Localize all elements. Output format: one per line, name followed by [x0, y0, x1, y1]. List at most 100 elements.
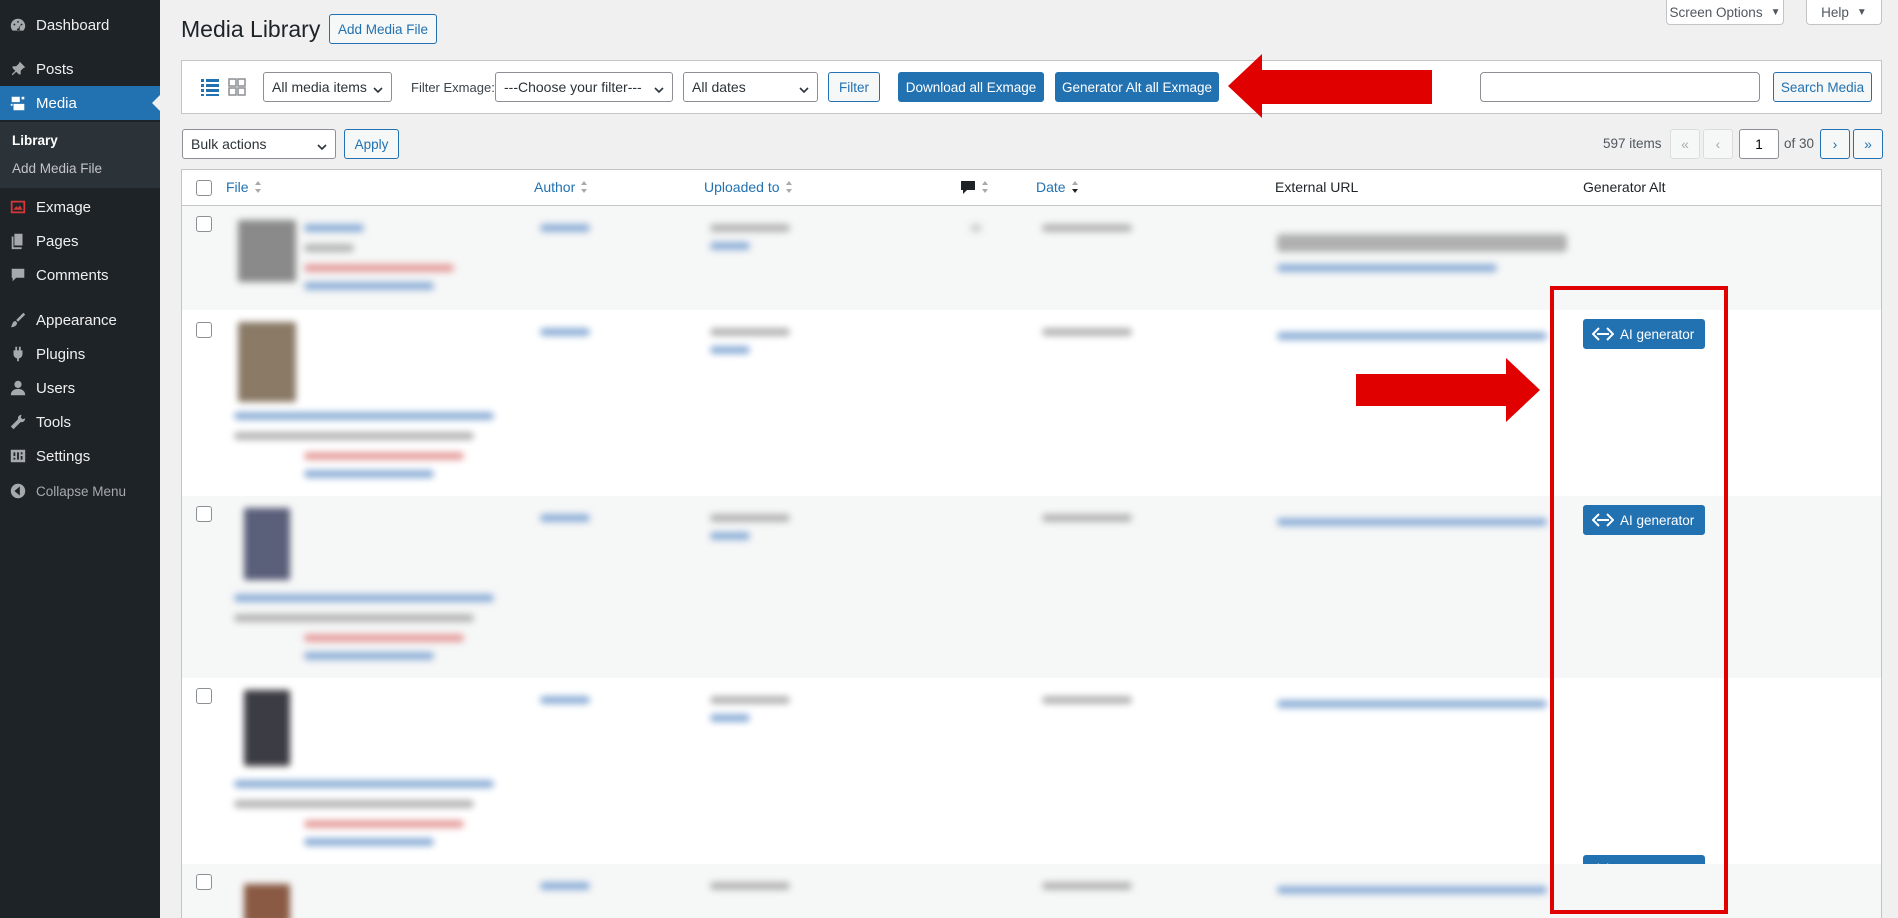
sidebar-item-plugins[interactable]: Plugins — [0, 337, 160, 371]
dashboard-icon — [0, 16, 36, 34]
add-media-file-button[interactable]: Add Media File — [329, 14, 437, 44]
sidebar-item-label: Settings — [36, 447, 91, 465]
sidebar-item-tools[interactable]: Tools — [0, 405, 160, 439]
sidebar-item-label: Users — [36, 379, 76, 397]
search-media-button[interactable]: Search Media — [1773, 72, 1872, 102]
chevron-down-icon — [317, 139, 327, 151]
sort-icon — [254, 181, 261, 193]
user-icon — [0, 379, 36, 397]
column-uploaded-to-label: Uploaded to — [704, 179, 780, 195]
sort-icon — [785, 181, 792, 193]
sidebar-item-dashboard[interactable]: Dashboard — [0, 8, 160, 42]
image-chart-icon — [0, 198, 36, 216]
sidebar-item-users[interactable]: Users — [0, 371, 160, 405]
filter-exmage-value: ---Choose your filter--- — [504, 79, 642, 95]
sort-icon — [581, 181, 588, 193]
media-submenu: Library Add Media File — [0, 122, 160, 188]
collapse-menu-button[interactable]: Collapse Menu — [0, 474, 160, 508]
row-checkbox[interactable] — [196, 322, 212, 338]
sidebar-item-settings[interactable]: Settings — [0, 439, 160, 473]
filter-button[interactable]: Filter — [828, 72, 880, 102]
column-date-label: Date — [1036, 179, 1066, 195]
sidebar-item-label: Tools — [36, 413, 72, 431]
chevron-down-icon — [799, 82, 809, 94]
sidebar-item-label: Posts — [36, 60, 74, 78]
bulk-actions-value: Bulk actions — [191, 136, 267, 152]
table-header: File Author Uploaded to Date External UR… — [182, 170, 1881, 206]
sidebar-item-label: Plugins — [36, 345, 86, 363]
total-pages: of 30 — [1784, 136, 1815, 151]
list-view-icon[interactable] — [200, 77, 220, 97]
collapse-menu-label: Collapse Menu — [36, 483, 127, 499]
generator-alt-highlight-box — [1550, 286, 1728, 914]
chevron-down-icon — [654, 82, 664, 94]
sort-icon — [982, 181, 988, 193]
row-checkbox[interactable] — [196, 506, 212, 522]
sidebar-item-comments[interactable]: Comments — [0, 258, 160, 292]
media-type-value: All media items — [272, 79, 367, 95]
bulk-actions-select[interactable]: Bulk actions — [182, 129, 336, 159]
grid-view-icon[interactable] — [227, 77, 247, 97]
dates-select[interactable]: All dates — [683, 72, 818, 102]
red-arrow-left-annotation — [1228, 54, 1432, 118]
prev-page-button[interactable]: ‹ — [1703, 129, 1733, 159]
comment-bubble-icon — [961, 181, 975, 194]
help-tab[interactable]: Help ▼ — [1806, 0, 1882, 25]
brush-icon — [0, 311, 36, 329]
red-arrow-right-annotation — [1356, 358, 1540, 422]
sidebar-item-media[interactable]: Media — [0, 86, 160, 120]
apply-button[interactable]: Apply — [344, 129, 399, 159]
current-page-input[interactable] — [1739, 129, 1779, 159]
column-date[interactable]: Date — [1036, 179, 1079, 195]
collapse-icon — [0, 482, 36, 500]
sidebar-item-posts[interactable]: Posts — [0, 52, 160, 86]
column-uploaded-to[interactable]: Uploaded to — [704, 179, 793, 195]
column-file[interactable]: File — [226, 179, 262, 195]
media-type-select[interactable]: All media items — [263, 72, 392, 102]
filter-exmage-select[interactable]: ---Choose your filter--- — [495, 72, 673, 102]
submenu-item-library[interactable]: Library — [12, 133, 58, 148]
next-page-button[interactable]: › — [1820, 129, 1850, 159]
screen-options-label: Screen Options — [1669, 4, 1763, 20]
sidebar-item-label: Exmage — [36, 198, 92, 216]
sidebar-item-pages[interactable]: Pages — [0, 224, 160, 258]
items-count: 597 items — [1603, 136, 1662, 151]
admin-sidebar: Dashboard Posts Media Library Add Media … — [0, 0, 160, 918]
caret-down-icon: ▼ — [1856, 6, 1867, 18]
help-label: Help — [1821, 4, 1849, 20]
page-title: Media Library — [181, 16, 321, 42]
chevron-down-icon — [373, 82, 383, 94]
sort-desc-icon — [1071, 181, 1078, 193]
sidebar-item-exmage[interactable]: Exmage — [0, 190, 160, 224]
filter-exmage-label: Filter Exmage: — [411, 80, 495, 95]
row-checkbox[interactable] — [196, 874, 212, 890]
submenu-item-add-media-file[interactable]: Add Media File — [12, 161, 102, 176]
sidebar-item-label: Media — [36, 94, 77, 112]
dates-value: All dates — [692, 79, 746, 95]
column-comments[interactable] — [960, 179, 989, 195]
download-all-exmage-button[interactable]: Download all Exmage — [898, 72, 1044, 102]
pages-icon — [0, 232, 36, 250]
column-file-label: File — [226, 179, 249, 195]
settings-icon — [0, 447, 36, 465]
plugin-icon — [0, 345, 36, 363]
wrench-icon — [0, 413, 36, 431]
media-icon — [0, 94, 36, 112]
column-generator-alt: Generator Alt — [1583, 179, 1666, 195]
first-page-button[interactable]: « — [1670, 129, 1700, 159]
row-checkbox[interactable] — [196, 688, 212, 704]
media-filter-bar: All media items Filter Exmage: ---Choose… — [181, 60, 1882, 114]
row-checkbox[interactable] — [196, 216, 212, 232]
sidebar-item-label: Appearance — [36, 311, 117, 329]
last-page-button[interactable]: » — [1853, 129, 1883, 159]
sidebar-item-appearance[interactable]: Appearance — [0, 303, 160, 337]
column-author[interactable]: Author — [534, 179, 588, 195]
column-author-label: Author — [534, 179, 576, 195]
select-all-checkbox[interactable] — [196, 180, 212, 196]
screen-options-tab[interactable]: Screen Options ▼ — [1666, 0, 1784, 25]
pin-icon — [0, 60, 36, 78]
caret-down-icon: ▼ — [1770, 6, 1781, 18]
column-external-url: External URL — [1275, 179, 1359, 195]
generator-alt-all-exmage-button[interactable]: Generator Alt all Exmage — [1055, 72, 1219, 102]
search-media-input[interactable] — [1480, 72, 1760, 102]
